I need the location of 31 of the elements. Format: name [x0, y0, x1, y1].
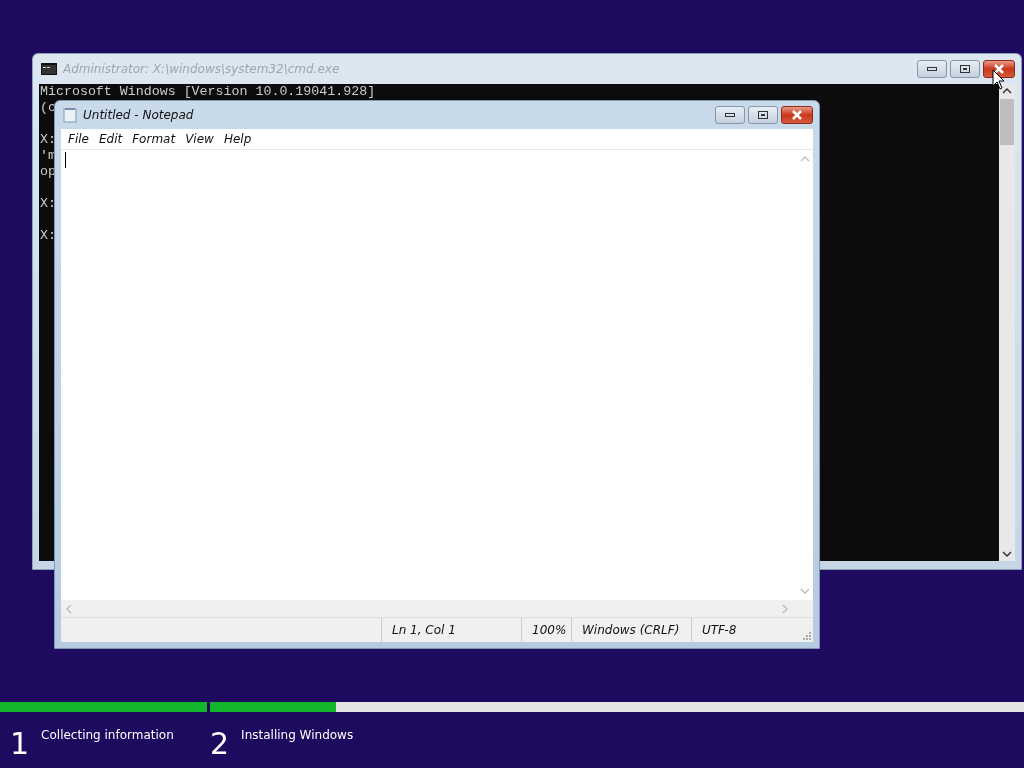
console-icon — [41, 63, 57, 75]
status-text: 100% — [522, 618, 572, 642]
window-title: Administrator: X:\windows\system32\cmd.exe — [63, 62, 340, 76]
maximize-icon — [960, 65, 970, 73]
menu-item[interactable]: File — [63, 131, 94, 147]
window-title: Untitled - Notepad — [83, 108, 194, 122]
console-line: X: — [40, 132, 56, 147]
menu-item[interactable]: Format — [127, 131, 181, 147]
resize-grip-icon[interactable] — [803, 632, 811, 640]
maximize-button[interactable] — [748, 106, 778, 124]
step-label: Collecting information — [41, 728, 174, 744]
close-icon — [791, 110, 803, 120]
menu-item[interactable]: View — [180, 131, 219, 147]
close-icon — [993, 64, 1005, 74]
maximize-icon — [758, 111, 768, 119]
step-number: 2 — [210, 728, 230, 760]
notepad-icon — [63, 107, 77, 123]
menu-item[interactable]: Edit — [93, 131, 128, 147]
menu-item[interactable]: Help — [218, 131, 257, 147]
status-text: Windows (CRLF) — [572, 618, 692, 642]
console-line: Microsoft Windows [Version 10.0.19041.928] — [40, 84, 376, 99]
console-line: X: — [40, 228, 56, 243]
close-button[interactable] — [781, 106, 813, 124]
minimize-button[interactable] — [715, 106, 745, 124]
step-label: Installing Windows — [241, 728, 354, 744]
status-text: UTF-8 — [701, 622, 738, 639]
minimize-icon — [725, 113, 735, 117]
status-text: Ln 1, Col 1 — [382, 618, 522, 642]
step-number: 1 — [10, 728, 30, 760]
minimize-icon — [927, 67, 937, 71]
console-line: X: — [40, 196, 56, 211]
